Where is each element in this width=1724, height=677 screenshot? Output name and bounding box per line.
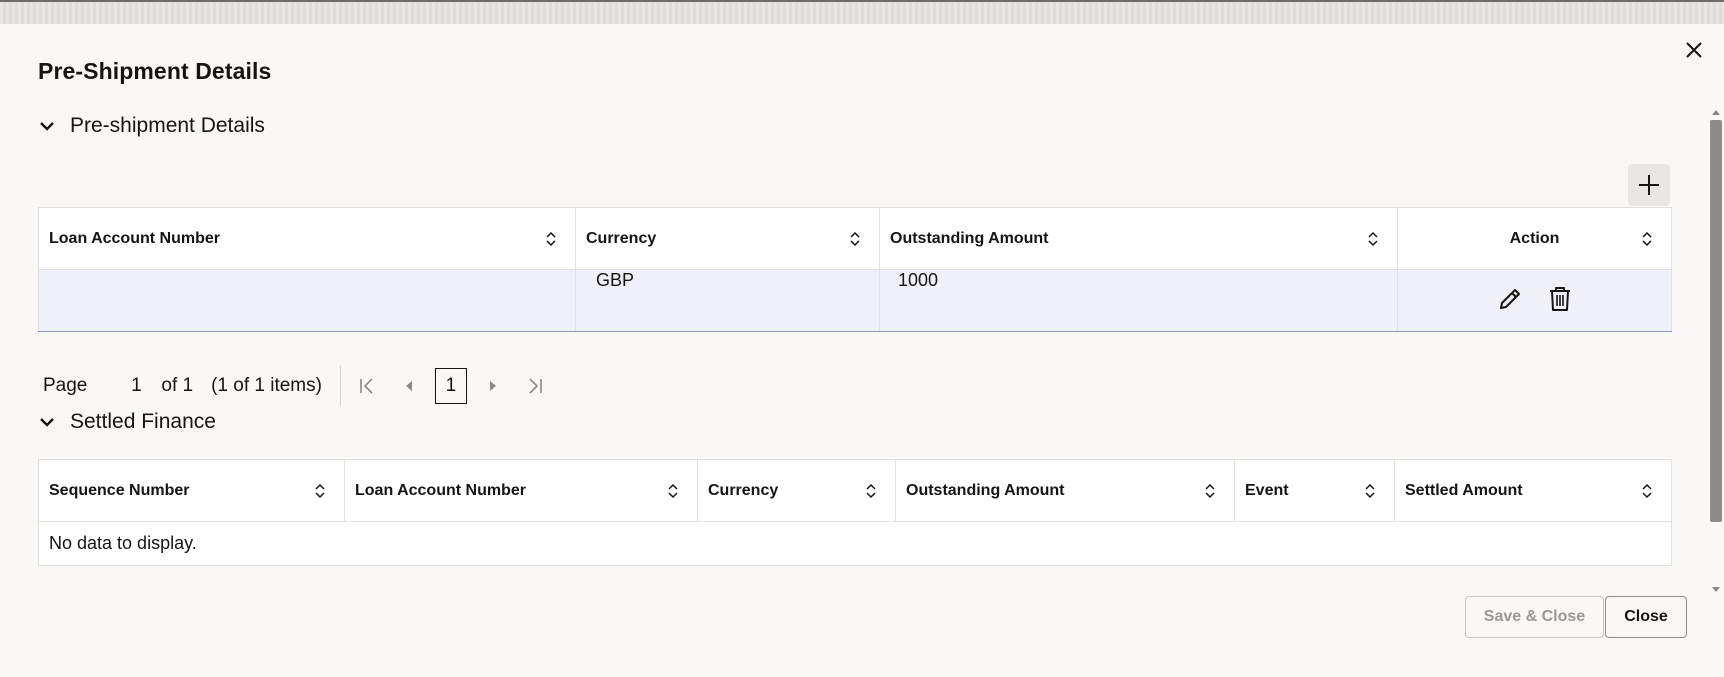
cell-loan-account-number: [38, 269, 576, 332]
sort-icon[interactable]: [849, 231, 861, 247]
table-empty-row: No data to display.: [38, 521, 1672, 566]
col-header-currency[interactable]: Currency: [697, 459, 896, 522]
sort-icon[interactable]: [1367, 231, 1379, 247]
preshipment-table: Loan Account Number Currency Outstanding…: [38, 207, 1672, 332]
last-page-button[interactable]: [519, 370, 551, 402]
dialog-title: Pre-Shipment Details: [38, 58, 272, 84]
settled-finance-table: Sequence Number Loan Account Number Curr…: [38, 459, 1672, 566]
first-page-icon: [360, 378, 373, 394]
add-row-button[interactable]: [1628, 164, 1670, 206]
col-header-loan-account-number[interactable]: Loan Account Number: [344, 459, 698, 522]
pre-shipment-dialog: Pre-Shipment Details Pre-shipment Detail…: [0, 24, 1724, 677]
sort-icon[interactable]: [1364, 483, 1376, 499]
caret-right-icon: [489, 381, 496, 391]
section-label-preshipment: Pre-shipment Details: [70, 114, 265, 137]
column-label: Outstanding Amount: [890, 229, 1049, 247]
current-page-input[interactable]: 1: [127, 375, 145, 397]
sort-icon[interactable]: [545, 231, 557, 247]
close-button[interactable]: Close: [1605, 596, 1687, 638]
column-label: Currency: [708, 481, 779, 499]
column-label: Event: [1245, 481, 1289, 499]
col-header-loan-account-number[interactable]: Loan Account Number: [38, 207, 576, 270]
sort-icon[interactable]: [1641, 231, 1653, 247]
col-header-outstanding-amount[interactable]: Outstanding Amount: [879, 207, 1398, 270]
cell-action: [1397, 269, 1672, 332]
column-label: Sequence Number: [49, 481, 190, 499]
section-toggle-settled-finance[interactable]: Settled Finance: [36, 410, 216, 434]
scrollbar-thumb[interactable]: [1710, 120, 1722, 522]
column-label: Outstanding Amount: [906, 481, 1065, 499]
col-header-currency[interactable]: Currency: [575, 207, 880, 270]
col-header-event[interactable]: Event: [1234, 459, 1395, 522]
caret-left-icon: [405, 381, 412, 391]
table-row[interactable]: GBP 1000: [38, 269, 1672, 332]
scroll-up-arrow[interactable]: [1712, 110, 1720, 115]
trash-icon[interactable]: [1548, 286, 1572, 312]
section-label-settled-finance: Settled Finance: [70, 410, 216, 433]
pagination: Page 1 of 1 (1 of 1 items) 1: [43, 366, 551, 406]
col-header-outstanding-amount[interactable]: Outstanding Amount: [895, 459, 1235, 522]
section-toggle-preshipment[interactable]: Pre-shipment Details: [36, 114, 265, 138]
close-icon[interactable]: [1680, 36, 1708, 64]
save-close-button[interactable]: Save & Close: [1465, 596, 1604, 638]
cell-currency: GBP: [575, 269, 880, 332]
table-header-row: Loan Account Number Currency Outstanding…: [38, 207, 1672, 270]
table-header-row: Sequence Number Loan Account Number Curr…: [38, 459, 1672, 522]
column-label: Loan Account Number: [49, 229, 220, 247]
column-label: Loan Account Number: [355, 481, 526, 499]
plus-icon: [1639, 175, 1659, 195]
sort-icon[interactable]: [1204, 483, 1216, 499]
cell-outstanding-amount: 1000: [879, 269, 1398, 332]
column-label: Currency: [586, 229, 657, 247]
page-label: Page: [43, 375, 88, 396]
col-header-action[interactable]: Action: [1397, 207, 1672, 270]
pager-divider: [339, 366, 341, 406]
edit-icon[interactable]: [1497, 286, 1523, 312]
prev-page-button[interactable]: [393, 370, 425, 402]
col-header-settled-amount[interactable]: Settled Amount: [1394, 459, 1672, 522]
next-page-button[interactable]: [477, 370, 509, 402]
sort-icon[interactable]: [667, 483, 679, 499]
sort-icon[interactable]: [314, 483, 326, 499]
item-count-label: (1 of 1 items): [211, 375, 322, 396]
col-header-sequence-number[interactable]: Sequence Number: [38, 459, 345, 522]
first-page-button[interactable]: [351, 370, 383, 402]
page-button-1[interactable]: 1: [434, 368, 467, 404]
chevron-down-icon: [40, 418, 54, 427]
background-page-strip: [0, 0, 1724, 24]
sort-icon[interactable]: [865, 483, 877, 499]
sort-icon[interactable]: [1641, 483, 1653, 499]
chevron-down-icon: [40, 122, 54, 131]
scroll-down-arrow[interactable]: [1712, 587, 1720, 592]
page-count-label: of 1: [161, 375, 194, 396]
empty-state-text: No data to display.: [38, 521, 1672, 566]
column-label: Action: [1509, 229, 1560, 247]
column-label: Settled Amount: [1405, 481, 1523, 499]
last-page-icon: [529, 378, 542, 394]
